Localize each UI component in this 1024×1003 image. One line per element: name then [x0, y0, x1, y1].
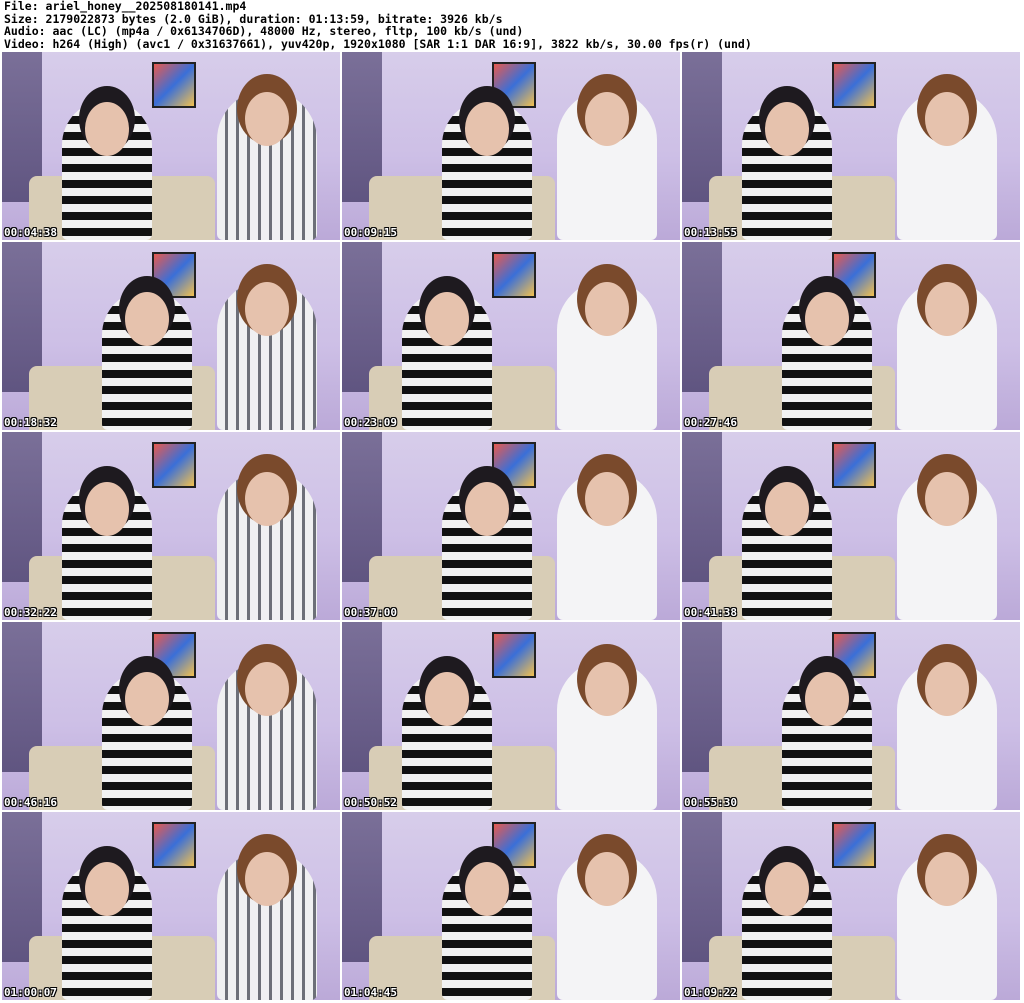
person-right-head — [245, 852, 289, 906]
file-name-line: File: ariel_honey__202508180141.mp4 — [4, 0, 247, 13]
wall-painting — [832, 822, 876, 868]
thumbnail-timestamp: 01:04:45 — [344, 986, 397, 999]
person-right-head — [925, 662, 969, 716]
thumbnail-timestamp: 00:50:52 — [344, 796, 397, 809]
person-left-head — [125, 672, 169, 726]
wall-painting — [152, 442, 196, 488]
person-left-head — [85, 862, 129, 916]
video-thumbnail: 00:32:22 — [2, 432, 340, 620]
wall-painting — [152, 822, 196, 868]
wall-painting — [832, 62, 876, 108]
video-thumbnail: 00:04:38 — [2, 52, 340, 240]
person-right-head — [245, 282, 289, 336]
person-left-head — [765, 102, 809, 156]
thumbnail-timestamp: 00:32:22 — [4, 606, 57, 619]
video-thumbnail: 00:46:16 — [2, 622, 340, 810]
video-thumbnail: 01:04:45 — [342, 812, 680, 1000]
person-right-head — [925, 282, 969, 336]
video-thumbnail: 01:00:07 — [2, 812, 340, 1000]
person-right-head — [585, 282, 629, 336]
person-right-head — [925, 472, 969, 526]
person-right-head — [245, 662, 289, 716]
person-right-head — [585, 852, 629, 906]
video-thumbnail: 00:18:32 — [2, 242, 340, 430]
person-left-head — [85, 102, 129, 156]
thumbnail-timestamp: 00:41:38 — [684, 606, 737, 619]
video-info-line: Video: h264 (High) (avc1 / 0x31637661), … — [4, 36, 752, 51]
person-left-head — [85, 482, 129, 536]
thumbnail-timestamp: 00:55:30 — [684, 796, 737, 809]
wall-painting — [832, 442, 876, 488]
person-left-head — [425, 672, 469, 726]
file-info-header: File: ariel_honey__202508180141.mp4 Size… — [4, 0, 1020, 50]
thumbnail-timestamp: 00:13:55 — [684, 226, 737, 239]
thumbnail-timestamp: 01:00:07 — [4, 986, 57, 999]
video-thumbnail: 00:55:30 — [682, 622, 1020, 810]
video-thumbnail: 00:50:52 — [342, 622, 680, 810]
person-right-head — [245, 92, 289, 146]
video-thumbnail: 00:23:09 — [342, 242, 680, 430]
thumbnail-timestamp: 01:09:22 — [684, 986, 737, 999]
person-left-head — [465, 102, 509, 156]
video-thumbnail: 00:27:46 — [682, 242, 1020, 430]
thumbnail-timestamp: 00:37:00 — [344, 606, 397, 619]
wall-painting — [152, 62, 196, 108]
thumbnail-timestamp: 00:27:46 — [684, 416, 737, 429]
video-thumbnail: 00:37:00 — [342, 432, 680, 620]
person-right-head — [925, 92, 969, 146]
person-left-head — [465, 862, 509, 916]
person-right-head — [585, 472, 629, 526]
wall-painting — [492, 252, 536, 298]
person-left-head — [805, 672, 849, 726]
person-right-head — [245, 472, 289, 526]
person-left-head — [805, 292, 849, 346]
person-right-head — [925, 852, 969, 906]
video-thumbnail: 00:09:15 — [342, 52, 680, 240]
audio-info-line: Audio: aac (LC) (mp4a / 0x6134706D), 480… — [4, 24, 524, 39]
person-left-head — [465, 482, 509, 536]
person-right-head — [585, 662, 629, 716]
thumbnail-timestamp: 00:18:32 — [4, 416, 57, 429]
thumbnail-timestamp: 00:46:16 — [4, 796, 57, 809]
person-left-head — [425, 292, 469, 346]
thumbnail-timestamp: 00:23:09 — [344, 416, 397, 429]
video-thumbnail: 01:09:22 — [682, 812, 1020, 1000]
person-left-head — [125, 292, 169, 346]
wall-painting — [492, 632, 536, 678]
person-left-head — [765, 482, 809, 536]
thumbnail-timestamp: 00:09:15 — [344, 226, 397, 239]
person-left-head — [765, 862, 809, 916]
video-thumbnail: 00:13:55 — [682, 52, 1020, 240]
video-thumbnail: 00:41:38 — [682, 432, 1020, 620]
person-right-head — [585, 92, 629, 146]
thumbnail-timestamp: 00:04:38 — [4, 226, 57, 239]
thumbnail-grid: 00:04:38 00:09:15 00:13:55 00:18:32 00:23:09… — [2, 52, 1022, 1002]
